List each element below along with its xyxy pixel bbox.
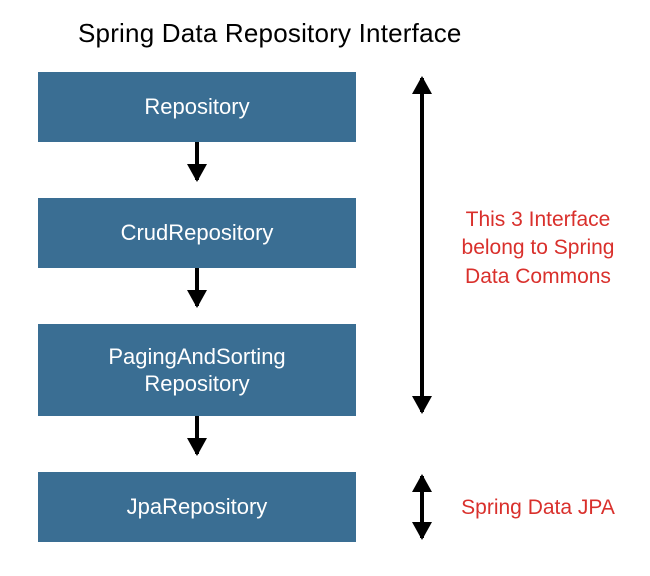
- box-crud-repository: CrudRepository: [38, 198, 356, 268]
- arrow-down-icon: [195, 416, 199, 454]
- box-repository: Repository: [38, 72, 356, 142]
- box-paging-sorting-repository: PagingAndSorting Repository: [38, 324, 356, 416]
- arrow-down-icon: [195, 142, 199, 180]
- diagram-container: Spring Data Repository Interface Reposit…: [0, 0, 650, 576]
- diagram-title: Spring Data Repository Interface: [78, 18, 462, 49]
- bracket-commons-icon: [420, 78, 424, 412]
- box-jpa-repository: JpaRepository: [38, 472, 356, 542]
- box-crud-label: CrudRepository: [121, 219, 274, 247]
- arrow-down-icon: [195, 268, 199, 306]
- box-jpa-label: JpaRepository: [127, 493, 268, 521]
- box-paging-label: PagingAndSorting Repository: [54, 343, 340, 398]
- annotation-jpa: Spring Data JPA: [448, 494, 628, 522]
- box-repository-label: Repository: [144, 93, 249, 121]
- annotation-commons: This 3 Interface belong to Spring Data C…: [448, 206, 628, 291]
- bracket-jpa-icon: [420, 476, 424, 538]
